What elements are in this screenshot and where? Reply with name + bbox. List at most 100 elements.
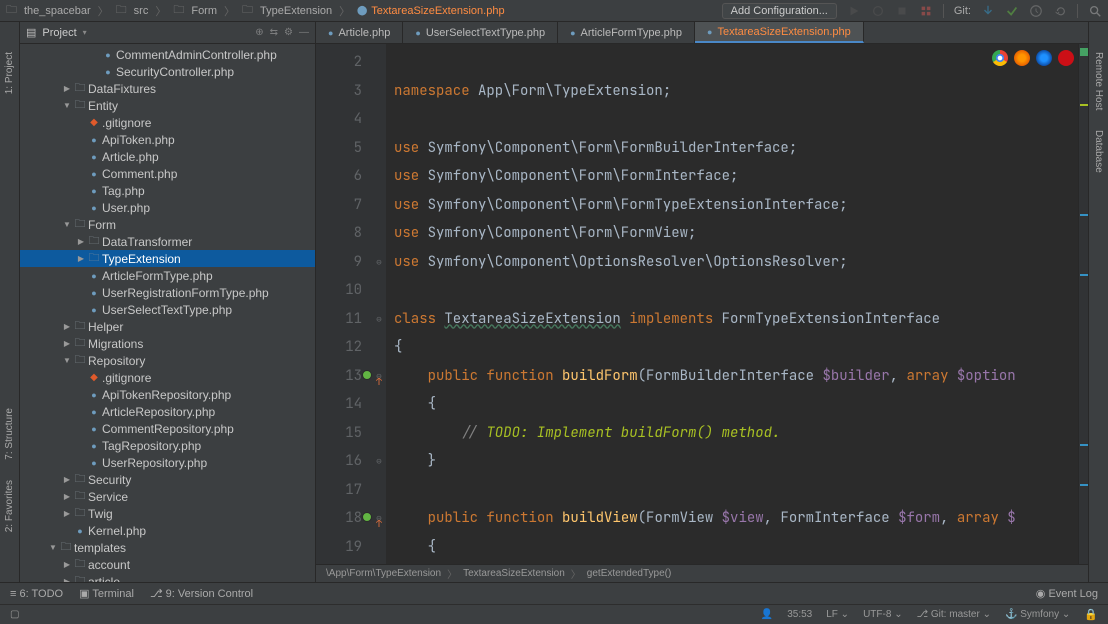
tree-row[interactable]: ▶🗀account	[20, 556, 315, 573]
folder-icon	[116, 1, 130, 20]
safari-icon[interactable]	[1036, 50, 1052, 66]
php-file-icon: ⬤	[357, 5, 367, 16]
tree-row[interactable]: ◆.gitignore	[20, 114, 315, 131]
line-separator[interactable]: LF ⌄	[826, 609, 849, 620]
vcs-tool-tab[interactable]: ⎇ 9: Version Control	[150, 587, 253, 600]
editor-tab-active[interactable]: ●TextareaSizeExtension.php	[695, 22, 864, 43]
run-with-coverage-icon[interactable]	[919, 4, 933, 18]
remote-host-tool-tab[interactable]: Remote Host	[1093, 52, 1104, 110]
debug-icon[interactable]	[871, 4, 885, 18]
line-number-gutter[interactable]: 2345678910111213↑1415161718↑1920	[316, 44, 372, 564]
database-tool-tab[interactable]: Database	[1093, 130, 1104, 173]
collapse-all-icon[interactable]: ⇆	[270, 27, 278, 38]
favorites-tool-tab[interactable]: 2: Favorites	[4, 480, 15, 532]
tree-row[interactable]: ●CommentAdminController.php	[20, 46, 315, 63]
search-icon[interactable]	[1088, 4, 1102, 18]
editor-breadcrumb-bar[interactable]: \App\Form\TypeExtension〉 TextareaSizeExt…	[316, 564, 1088, 582]
tree-row[interactable]: ▼🗀Repository	[20, 352, 315, 369]
tree-row[interactable]: ●Comment.php	[20, 165, 315, 182]
gear-icon[interactable]: ⚙	[284, 27, 293, 38]
right-tool-rail: Remote Host Database	[1088, 22, 1108, 582]
todo-tool-tab[interactable]: ≡ 6: TODO	[10, 588, 63, 600]
chrome-icon[interactable]	[992, 50, 1008, 66]
tree-row[interactable]: ●UserSelectTextType.php	[20, 301, 315, 318]
git-branch[interactable]: ⎇ Git: master ⌄	[917, 609, 991, 620]
run-icon[interactable]	[847, 4, 861, 18]
tree-row[interactable]: ●SecurityController.php	[20, 63, 315, 80]
bottom-tool-bar: ≡ 6: TODO ▣ Terminal ⎇ 9: Version Contro…	[0, 582, 1108, 604]
git-commit-icon[interactable]	[1005, 4, 1019, 18]
tree-row[interactable]: ●ApiToken.php	[20, 131, 315, 148]
tree-row[interactable]: ▼🗀templates	[20, 539, 315, 556]
firefox-icon[interactable]	[1014, 50, 1030, 66]
editor-tab[interactable]: ●ArticleFormType.php	[558, 22, 695, 43]
caret-position[interactable]: 35:53	[787, 609, 812, 620]
project-tool-tab[interactable]: 1: Project	[4, 52, 15, 94]
tree-row[interactable]: ●ArticleFormType.php	[20, 267, 315, 284]
lock-icon[interactable]: 🔒	[1084, 608, 1098, 621]
hector-icon[interactable]: 👤	[761, 609, 773, 620]
error-stripe[interactable]	[1078, 44, 1088, 564]
git-update-icon[interactable]	[981, 4, 995, 18]
tree-row[interactable]: ●UserRegistrationFormType.php	[20, 284, 315, 301]
tree-row[interactable]: ●User.php	[20, 199, 315, 216]
tree-row[interactable]: ▶🗀DataTransformer	[20, 233, 315, 250]
breadcrumb[interactable]: the_spacebar 〉 src 〉 Form 〉 TypeExtensio…	[6, 1, 505, 20]
structure-tool-tab[interactable]: 7: Structure	[4, 408, 15, 460]
tree-row[interactable]: ▶🗀DataFixtures	[20, 80, 315, 97]
tree-row[interactable]: ▶🗀Twig	[20, 505, 315, 522]
folder-icon	[173, 1, 187, 20]
code-area[interactable]: namespace App\Form\TypeExtension; use Sy…	[386, 44, 1078, 564]
editor-area: ●Article.php ●UserSelectTextType.php ●Ar…	[316, 22, 1088, 582]
editor-tabs: ●Article.php ●UserSelectTextType.php ●Ar…	[316, 22, 1088, 44]
status-bar: ▢ 👤 35:53 LF ⌄ UTF-8 ⌄ ⎇ Git: master ⌄ ⚓…	[0, 604, 1108, 624]
browser-preview-icons	[992, 50, 1074, 66]
tree-row[interactable]: ●CommentRepository.php	[20, 420, 315, 437]
tree-row[interactable]: ●Tag.php	[20, 182, 315, 199]
tree-row[interactable]: ●ArticleRepository.php	[20, 403, 315, 420]
tree-row[interactable]: ▶🗀TypeExtension	[20, 250, 315, 267]
tree-row[interactable]: ▶🗀Security	[20, 471, 315, 488]
project-tool-window: ▤ Project ▾ ⊕ ⇆ ⚙ — ●CommentAdminControl…	[20, 22, 316, 582]
project-view-icon[interactable]: ▤	[26, 26, 36, 39]
tree-row[interactable]: ▶🗀Migrations	[20, 335, 315, 352]
inspection-ok-indicator[interactable]	[1080, 48, 1088, 56]
tree-row[interactable]: ▶🗀Service	[20, 488, 315, 505]
editor-tab[interactable]: ●UserSelectTextType.php	[403, 22, 558, 43]
hide-icon[interactable]: —	[299, 27, 309, 38]
add-configuration-button[interactable]: Add Configuration...	[722, 3, 837, 19]
tree-row[interactable]: ●UserRepository.php	[20, 454, 315, 471]
php-file-icon: ●	[707, 27, 712, 37]
git-history-icon[interactable]	[1029, 4, 1043, 18]
php-file-icon: ●	[415, 28, 420, 38]
tree-row[interactable]: ●Article.php	[20, 148, 315, 165]
tree-row[interactable]: ●ApiTokenRepository.php	[20, 386, 315, 403]
folder-icon	[242, 1, 256, 20]
tree-row[interactable]: ▼🗀Form	[20, 216, 315, 233]
php-file-icon: ●	[570, 28, 575, 38]
project-tree[interactable]: ●CommentAdminController.php●SecurityCont…	[20, 44, 315, 582]
folder-icon	[6, 1, 20, 20]
editor-body[interactable]: 2345678910111213↑1415161718↑1920 ⊖⊖⊖⊖⊖ n…	[316, 44, 1088, 564]
scroll-from-source-icon[interactable]: ⊕	[255, 27, 263, 38]
tool-window-quick-access-icon[interactable]: ▢	[10, 609, 19, 620]
opera-icon[interactable]	[1058, 50, 1074, 66]
tree-row[interactable]: ▼🗀Entity	[20, 97, 315, 114]
project-panel-title[interactable]: Project	[42, 27, 76, 39]
tree-row[interactable]: ◆.gitignore	[20, 369, 315, 386]
tree-row[interactable]: ▶🗀Helper	[20, 318, 315, 335]
editor-tab[interactable]: ●Article.php	[316, 22, 403, 43]
framework-indicator[interactable]: ⚓ Symfony ⌄	[1005, 609, 1070, 620]
stop-icon[interactable]	[895, 4, 909, 18]
tree-row[interactable]: ●Kernel.php	[20, 522, 315, 539]
file-encoding[interactable]: UTF-8 ⌄	[863, 609, 903, 620]
event-log-tab[interactable]: ◉ Event Log	[1036, 587, 1098, 600]
project-panel-header: ▤ Project ▾ ⊕ ⇆ ⚙ —	[20, 22, 315, 44]
terminal-tool-tab[interactable]: ▣ Terminal	[79, 587, 134, 600]
fold-gutter[interactable]: ⊖⊖⊖⊖⊖	[372, 44, 386, 564]
php-file-icon: ●	[328, 28, 333, 38]
git-revert-icon[interactable]	[1053, 4, 1067, 18]
tree-row[interactable]: ▶🗀article	[20, 573, 315, 582]
left-tool-rail: 1: Project 7: Structure 2: Favorites	[0, 22, 20, 582]
tree-row[interactable]: ●TagRepository.php	[20, 437, 315, 454]
